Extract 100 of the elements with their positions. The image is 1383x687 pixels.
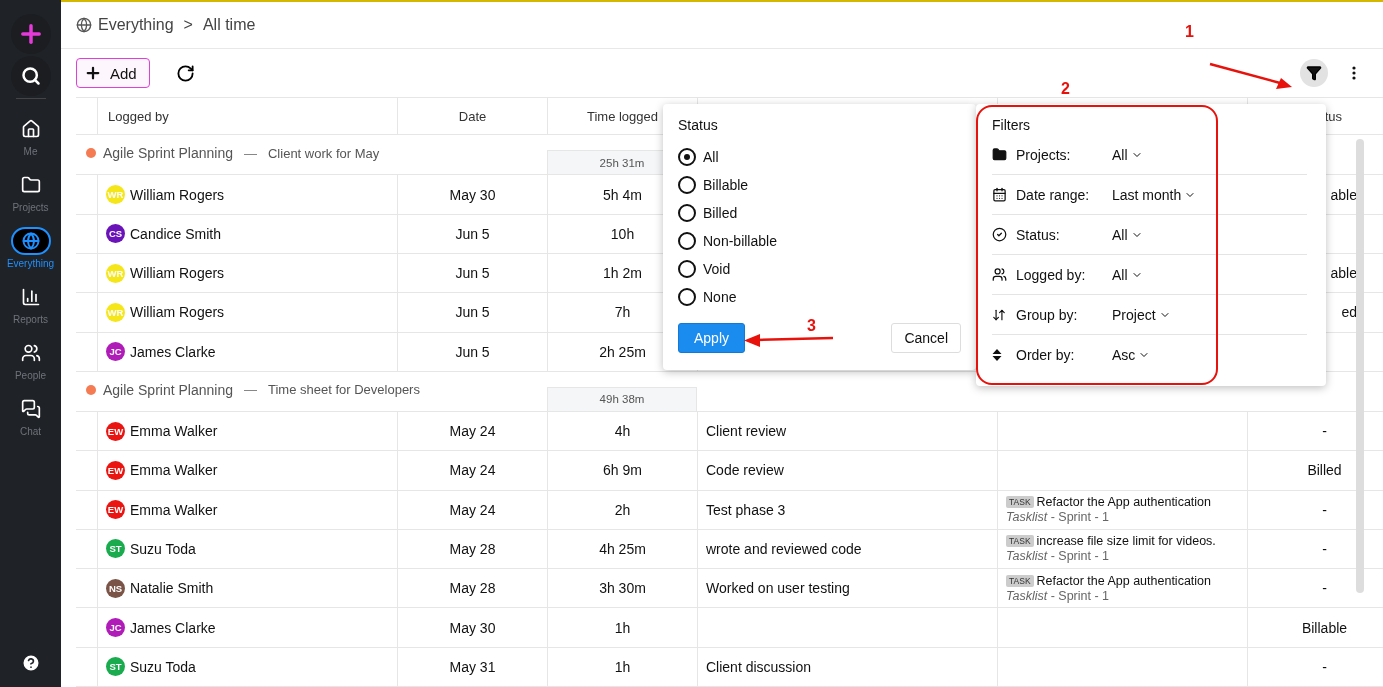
home-icon [20,119,41,139]
avatar: WR [106,302,125,322]
people-icon [20,343,41,363]
radio-button[interactable] [678,148,696,166]
filter-dropdown[interactable]: Last month [1112,186,1307,203]
time-cell: 2h [614,501,631,518]
time-cell: 1h [614,658,631,675]
date-cell: May 30 [449,619,496,636]
breadcrumb-link[interactable]: Everything [98,16,174,35]
description-cell: Client review [706,423,787,440]
time-cell: 6h 9m [603,462,642,479]
search-button[interactable] [10,56,51,96]
add-button[interactable] [10,14,51,54]
nav-label[interactable]: Everything [6,258,55,269]
filter-button[interactable] [1300,59,1328,88]
description-cell: Code review [706,462,784,479]
user-name: Emma Walker [130,423,218,440]
time-cell: 1h 2m [603,265,642,282]
date-cell: Jun 5 [455,225,490,242]
radio-button[interactable] [678,288,696,306]
task-title: Refactor the App authentication [1036,495,1211,510]
radio-option[interactable]: None [678,283,961,311]
filter-label: Date range: [1016,186,1091,203]
date-cell: May 30 [449,186,496,203]
status-cell: - [1322,658,1327,675]
globe-icon [21,232,40,250]
more-icon [1352,66,1356,81]
status-cell: Billed [1307,462,1342,479]
dash: — [244,145,257,161]
folder-icon [992,147,1007,162]
filter-dropdown[interactable]: Asc [1112,346,1307,363]
description-cell: Client discussion [706,658,812,675]
date-cell: May 28 [449,540,496,557]
project-name: Agile Sprint Planning [103,145,233,162]
time-cell: 4h [614,423,631,440]
filter-label: Group by: [1016,306,1079,323]
date-cell: Jun 5 [455,343,490,360]
dash: — [244,382,257,398]
date-cell: May 24 [449,501,496,518]
annotation-number: 3 [807,317,816,335]
date-cell: Jun 5 [455,265,490,282]
annotation-number: 2 [1061,80,1070,98]
column-header: Logged by [108,108,169,124]
avatar: EW [106,500,125,520]
timesheet-name: Time sheet for Developers [268,382,420,398]
task-tag: TASK [1006,496,1034,509]
status-cell: - [1322,423,1327,440]
nav-item[interactable] [10,227,51,255]
sort-icon [992,307,1006,322]
folder-icon [20,175,41,195]
description-cell: Worked on user testing [706,580,850,597]
help-button[interactable] [20,653,41,673]
scrollbar[interactable] [1356,139,1364,593]
filter-dropdown[interactable]: All [1112,226,1307,243]
cancel-button[interactable]: Cancel [891,323,961,353]
radio-option[interactable]: Non-billable [678,227,961,255]
radio-button[interactable] [678,204,696,222]
radio-option[interactable]: Void [678,255,961,283]
user-name: Suzu Toda [130,658,196,675]
date-cell: May 24 [449,423,496,440]
refresh-icon [176,63,196,83]
status-cell: able [1330,186,1357,203]
add-button[interactable]: Add [76,58,150,89]
radio-option[interactable]: Billed [678,199,961,227]
task-tag: TASK [1006,535,1034,548]
date-cell: Jun 5 [455,304,490,321]
check-circle-icon [992,227,1007,242]
task-title: increase file size limit for videos. [1036,534,1216,549]
avatar: EW [106,460,125,480]
radio-button[interactable] [678,232,696,250]
timesheet-name: Client work for May [268,145,380,161]
avatar: ST [106,657,125,677]
column-header: Time logged [586,108,659,124]
filter-dropdown[interactable]: All [1112,266,1307,283]
time-cell: 1h [614,619,631,636]
popover-title: Status [678,117,719,133]
date-cell: May 28 [449,580,496,597]
user-name: James Clarke [130,619,216,636]
date-cell: May 24 [449,462,496,479]
user-name: Natalie Smith [130,580,214,597]
avatar: JC [106,342,125,362]
status-cell: - [1322,580,1327,597]
time-cell: 7h [614,304,631,321]
status-cell: ed [1341,304,1357,321]
radio-button[interactable] [678,260,696,278]
radio-button[interactable] [678,176,696,194]
time-cell: 3h 30m [599,580,646,597]
avatar: CS [106,224,125,244]
filter-dropdown[interactable]: All [1112,146,1307,163]
avatar: JC [106,618,125,638]
avatar: ST [106,539,125,559]
filter-icon [1306,65,1322,82]
filter-dropdown[interactable]: Project [1112,306,1307,323]
column-header: Date [458,108,487,124]
avatar: WR [106,185,125,205]
date-cell: May 31 [449,658,496,675]
filter-label: Status: [1016,226,1061,243]
task-tag: TASK [1006,574,1034,587]
user-name: James Clarke [130,343,216,360]
user-name: Emma Walker [130,462,218,479]
